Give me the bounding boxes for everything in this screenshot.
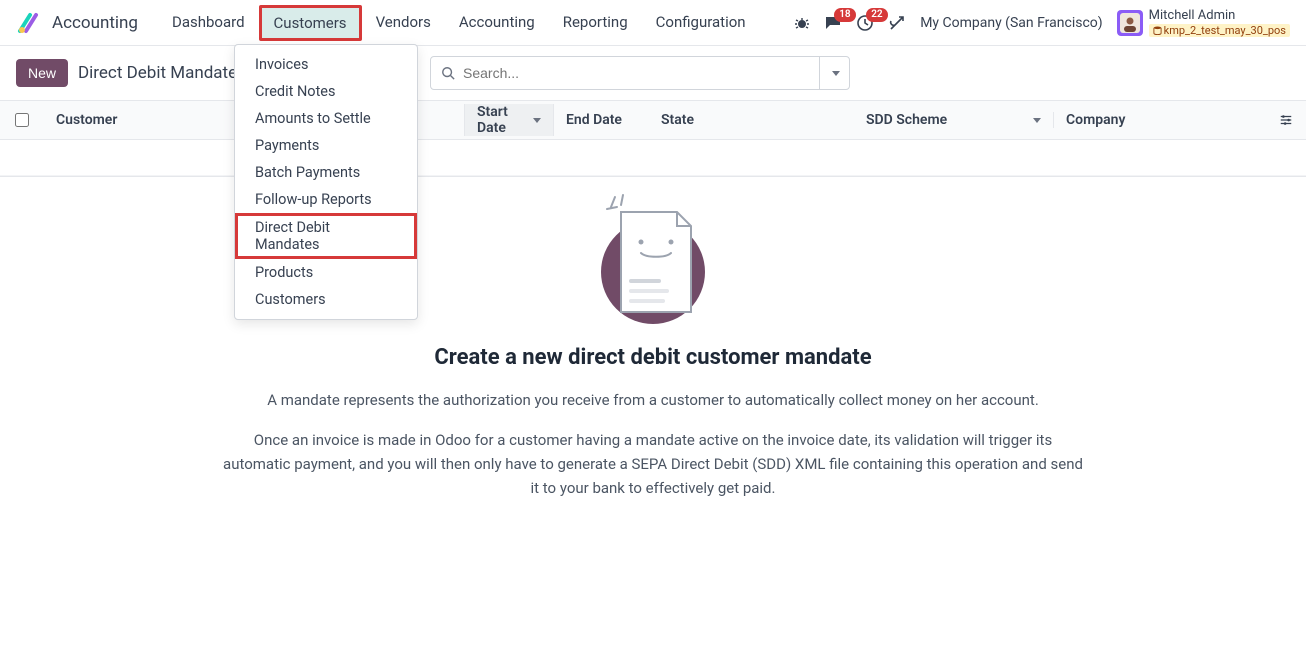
col-company[interactable]: Company <box>1054 112 1266 128</box>
select-all-checkbox[interactable] <box>0 113 44 127</box>
dropdown-follow-up-reports[interactable]: Follow-up Reports <box>235 186 417 213</box>
search-options-toggle[interactable] <box>819 57 849 89</box>
avatar-icon <box>1117 10 1143 36</box>
user-db: kmp_2_test_may_30_pos <box>1149 24 1290 37</box>
activities-badge: 22 <box>866 8 887 22</box>
caret-down-icon <box>832 71 840 76</box>
dropdown-batch-payments[interactable]: Batch Payments <box>235 159 417 186</box>
user-text: Mitchell Admin kmp_2_test_may_30_pos <box>1149 8 1290 37</box>
user-menu[interactable]: Mitchell Admin kmp_2_test_may_30_pos <box>1117 8 1290 37</box>
dropdown-credit-notes[interactable]: Credit Notes <box>235 78 417 105</box>
dropdown-payments[interactable]: Payments <box>235 132 417 159</box>
table-body <box>0 140 1306 177</box>
bug-icon[interactable] <box>794 15 810 31</box>
control-panel: New Direct Debit Mandate <box>0 46 1306 100</box>
customers-dropdown: Invoices Credit Notes Amounts to Settle … <box>234 44 418 320</box>
empty-title: Create a new direct debit customer manda… <box>203 345 1103 370</box>
sliders-icon <box>1279 113 1293 127</box>
search-input[interactable] <box>463 65 809 81</box>
new-button[interactable]: New <box>16 59 68 87</box>
chevron-down-icon <box>1033 118 1041 123</box>
topbar-right: 18 22 My Company (San Francisco) Mitchel… <box>794 8 1290 37</box>
empty-paragraph-1: A mandate represents the authorization y… <box>203 388 1103 412</box>
app-logo-icon[interactable] <box>16 11 40 35</box>
nav-accounting[interactable]: Accounting <box>445 5 549 41</box>
table-row <box>0 140 1306 176</box>
empty-illustration-icon <box>593 187 713 327</box>
table-header: Customer Start Date End Date State SDD S… <box>0 100 1306 140</box>
nav-vendors[interactable]: Vendors <box>362 5 445 41</box>
user-name: Mitchell Admin <box>1149 8 1290 24</box>
nav-customers[interactable]: Customers <box>259 5 362 41</box>
sort-desc-icon <box>533 118 541 123</box>
col-start-date[interactable]: Start Date <box>464 104 554 136</box>
tools-icon[interactable] <box>888 14 906 32</box>
col-state[interactable]: State <box>649 112 854 128</box>
dropdown-customers[interactable]: Customers <box>235 286 417 313</box>
search-icon <box>441 66 455 80</box>
nav-reporting[interactable]: Reporting <box>549 5 642 41</box>
empty-paragraph-2: Once an invoice is made in Odoo for a cu… <box>203 428 1103 500</box>
activities-icon[interactable]: 22 <box>856 14 874 32</box>
col-end-date[interactable]: End Date <box>554 112 649 128</box>
dropdown-amounts-to-settle[interactable]: Amounts to Settle <box>235 105 417 132</box>
messages-icon[interactable]: 18 <box>824 14 842 32</box>
breadcrumb: Direct Debit Mandate <box>78 63 237 83</box>
database-icon <box>1153 26 1162 35</box>
nav-configuration[interactable]: Configuration <box>642 5 760 41</box>
messages-badge: 18 <box>834 8 855 22</box>
company-selector[interactable]: My Company (San Francisco) <box>920 15 1102 31</box>
topbar: Accounting Dashboard Customers Vendors A… <box>0 0 1306 46</box>
nav-dashboard[interactable]: Dashboard <box>158 5 259 41</box>
column-options[interactable] <box>1266 113 1306 127</box>
searchbar <box>430 56 850 90</box>
app-name[interactable]: Accounting <box>52 13 138 33</box>
dropdown-direct-debit-mandates[interactable]: Direct Debit Mandates <box>235 213 417 259</box>
main-nav: Dashboard Customers Vendors Accounting R… <box>158 5 760 41</box>
dropdown-invoices[interactable]: Invoices <box>235 51 417 78</box>
dropdown-products[interactable]: Products <box>235 259 417 286</box>
col-sdd-scheme[interactable]: SDD Scheme <box>854 112 1054 128</box>
